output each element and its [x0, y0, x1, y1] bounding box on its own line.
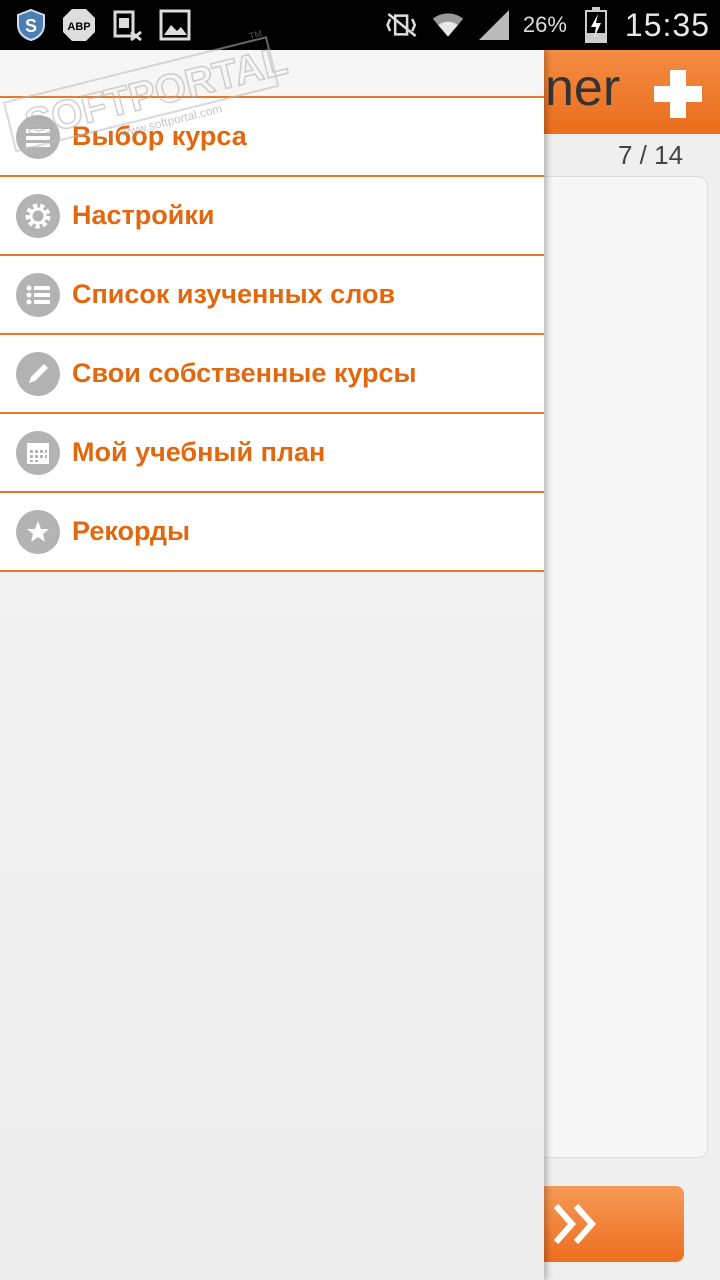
clock: 15:35 [624, 6, 710, 43]
progress-counter: 7 / 14 [618, 140, 684, 170]
wifi-icon [431, 8, 465, 42]
drawer-item-learned-words[interactable]: Список изученных слов [0, 254, 544, 333]
drawer-item-label: Выбор курса [72, 121, 247, 151]
battery-charging-icon [579, 7, 613, 43]
calendar-icon [16, 430, 60, 475]
next-button[interactable] [530, 1186, 684, 1262]
battery-percent: 26% [522, 12, 567, 37]
list-icon [16, 272, 60, 317]
add-button[interactable] [652, 68, 704, 120]
pencil-icon [16, 351, 60, 396]
shield-icon: S [14, 8, 48, 42]
drawer-item-study-plan[interactable]: Мой учебный план [0, 412, 544, 491]
drawer-item-settings[interactable]: Настройки [0, 175, 544, 254]
signal-icon [477, 8, 511, 42]
course-list-icon [16, 114, 60, 159]
drawer-item-label: Свои собственные курсы [72, 358, 417, 388]
plus-icon [654, 70, 702, 118]
drawer-item-course-selection[interactable]: Выбор курса [0, 96, 544, 175]
drawer-menu: Выбор курса Настройки Список изученных с… [0, 96, 544, 572]
word-card[interactable] [530, 176, 708, 1158]
drawer-item-records[interactable]: Рекорды [0, 491, 544, 572]
svg-text:S: S [25, 16, 37, 36]
app-title: ner [545, 59, 621, 117]
drawer-item-own-courses[interactable]: Свои собственные курсы [0, 333, 544, 412]
drawer-item-label: Рекорды [72, 516, 191, 546]
double-chevron-right-icon [553, 1204, 597, 1244]
drawer-item-label: Настройки [72, 200, 215, 230]
mute-vibrate-icon [385, 8, 419, 42]
drawer-item-label: Мой учебный план [72, 437, 326, 467]
drawer-item-label: Список изученных слов [72, 279, 396, 309]
svg-text:ABP: ABP [67, 21, 90, 33]
gear-icon [16, 193, 60, 238]
star-icon [16, 509, 60, 554]
image-icon [158, 8, 192, 42]
status-bar: S ABP 26% 15:35 [0, 0, 720, 50]
adblock-icon: ABP [62, 8, 96, 42]
sim-off-icon [110, 8, 144, 42]
navigation-drawer: Выбор курса Настройки Список изученных с… [0, 50, 544, 1280]
